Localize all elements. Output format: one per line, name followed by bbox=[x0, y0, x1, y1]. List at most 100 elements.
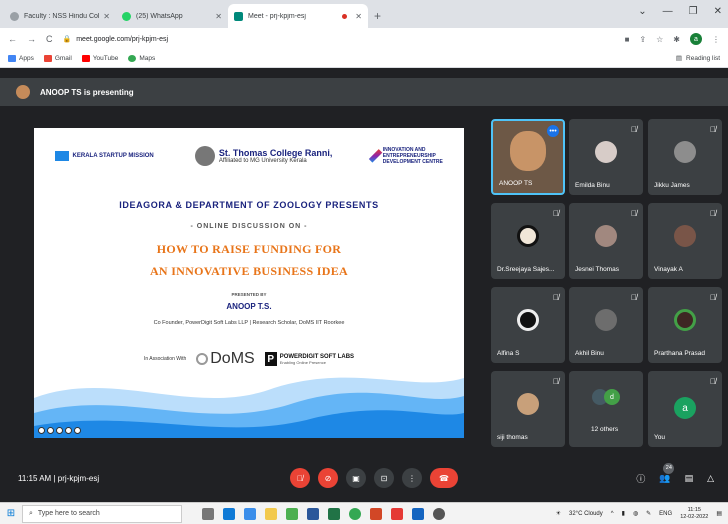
reload-icon[interactable]: C bbox=[46, 34, 53, 44]
info-icon[interactable]: ⓘ bbox=[636, 472, 645, 485]
mic-off-icon: 🎙̸ bbox=[710, 209, 716, 218]
leave-call-button[interactable]: ☎ bbox=[430, 468, 458, 488]
present-button[interactable]: ⊡ bbox=[374, 468, 394, 488]
chevron-down-icon[interactable]: ⌄ bbox=[638, 6, 646, 17]
url-field[interactable]: 🔒 meet.google.com/prj-kpjm-esj bbox=[63, 31, 625, 47]
notifications-icon[interactable]: ▤ bbox=[716, 510, 722, 517]
mic-off-icon: 🎙̸ bbox=[631, 293, 637, 302]
close-icon[interactable]: ✕ bbox=[215, 12, 222, 21]
taskbar-search[interactable]: ⌕ Type here to search bbox=[22, 504, 182, 523]
windows-start-icon[interactable]: ⊞ bbox=[0, 508, 22, 519]
participant-tile[interactable]: 🎙̸ Prarthana Prasad bbox=[648, 287, 722, 363]
url-text: meet.google.com/prj-kpjm-esj bbox=[76, 35, 169, 43]
self-tile[interactable]: 🎙̸ a You bbox=[648, 371, 722, 447]
chrome-icon[interactable] bbox=[349, 507, 361, 520]
more-options-button[interactable]: ⋮ bbox=[402, 468, 422, 488]
extensions-icon[interactable]: ✱ bbox=[673, 35, 680, 44]
close-icon[interactable]: ✕ bbox=[355, 12, 362, 21]
explorer-icon[interactable] bbox=[265, 507, 277, 520]
slide-control-icon[interactable] bbox=[65, 427, 72, 434]
chevron-up-icon[interactable]: ^ bbox=[611, 511, 614, 517]
bookmark-apps[interactable]: Apps bbox=[8, 55, 34, 62]
tab-whatsapp[interactable]: (25) WhatsApp ✕ bbox=[116, 4, 228, 28]
battery-icon[interactable]: ▮ bbox=[622, 510, 625, 517]
new-tab-icon[interactable]: + bbox=[374, 9, 381, 23]
settings-icon[interactable] bbox=[433, 507, 445, 520]
word-icon[interactable] bbox=[307, 507, 319, 520]
edge-icon[interactable] bbox=[223, 507, 235, 520]
reading-list[interactable]: ▤ Reading list bbox=[676, 54, 720, 63]
tab-meet[interactable]: Meet - prj-kpjm-esj ✕ bbox=[228, 4, 368, 28]
language-indicator[interactable]: ENG bbox=[659, 511, 672, 517]
participant-tile[interactable]: 🎙̸ Jesnei Thomas bbox=[569, 203, 643, 279]
bookmark-maps[interactable]: Maps bbox=[128, 55, 155, 62]
clock[interactable]: 11:15 12-02-2022 bbox=[680, 507, 708, 521]
profile-avatar[interactable]: a bbox=[690, 33, 702, 45]
bookmark-label: Apps bbox=[19, 55, 34, 62]
participant-tile[interactable]: ••• ANOOP TS bbox=[491, 119, 565, 195]
task-view-icon[interactable] bbox=[202, 507, 214, 520]
participant-tile[interactable]: 🎙̸ Dr.Sreejaya Sajes... bbox=[491, 203, 565, 279]
app-icon[interactable] bbox=[286, 507, 298, 520]
excel-icon[interactable] bbox=[328, 507, 340, 520]
people-button[interactable]: 24 👥 bbox=[659, 462, 675, 484]
others-tile[interactable]: d 12 others bbox=[569, 371, 643, 447]
shared-screen: KERALA STARTUP MISSION St. Thomas Colleg… bbox=[34, 128, 464, 438]
toolbar-icons: ■ ⇪ ☆ ✱ a ⋮ bbox=[625, 33, 720, 45]
self-avatar: a bbox=[674, 397, 696, 419]
clock-date: 12-02-2022 bbox=[680, 513, 709, 520]
minimize-icon[interactable]: — bbox=[663, 6, 673, 17]
maximize-icon[interactable]: ❐ bbox=[689, 6, 698, 17]
meeting-time: 11:15 AM bbox=[18, 473, 52, 483]
presenter-avatar bbox=[16, 85, 30, 99]
participant-tile[interactable]: 🎙̸ Akhil Binu bbox=[569, 287, 643, 363]
participant-tile[interactable]: 🎙̸ Jikku James bbox=[648, 119, 722, 195]
participant-tile[interactable]: 🎙̸ siji thomas bbox=[491, 371, 565, 447]
taskbar-apps bbox=[202, 507, 445, 520]
tab-faculty[interactable]: Faculty : NSS Hindu College ✕ bbox=[4, 4, 116, 28]
camera-toggle-button[interactable]: ⊘ bbox=[318, 468, 338, 488]
whatsapp-favicon-icon bbox=[122, 11, 131, 21]
participant-tile[interactable]: 🎙̸ Alfina S bbox=[491, 287, 565, 363]
mic-off-icon: 🎙̸ bbox=[631, 125, 637, 134]
back-icon[interactable]: ← bbox=[8, 34, 17, 44]
pen-icon[interactable]: ✎ bbox=[646, 510, 651, 517]
activities-icon[interactable]: △ bbox=[707, 473, 714, 484]
participant-name: 12 others bbox=[591, 426, 619, 433]
chat-icon[interactable]: ▤ bbox=[685, 473, 694, 484]
participant-video bbox=[510, 131, 546, 171]
share-icon[interactable]: ⇪ bbox=[639, 35, 646, 44]
weather-text[interactable]: 32°C Cloudy bbox=[569, 511, 603, 517]
participant-tile[interactable]: 🎙̸ Vinayak A bbox=[648, 203, 722, 279]
windows-taskbar: ⊞ ⌕ Type here to search ☀ 32°C Cloudy ^ … bbox=[0, 502, 728, 524]
close-icon[interactable]: ✕ bbox=[103, 12, 110, 21]
camera-indicator-icon[interactable]: ■ bbox=[625, 35, 630, 44]
slide-logos: KERALA STARTUP MISSION St. Thomas Colleg… bbox=[34, 146, 464, 166]
slide-control-icon[interactable] bbox=[38, 427, 45, 434]
forward-icon[interactable]: → bbox=[27, 34, 36, 44]
menu-icon[interactable]: ⋮ bbox=[712, 35, 720, 44]
captions-button[interactable]: ▣ bbox=[346, 468, 366, 488]
system-tray: ☀ 32°C Cloudy ^ ▮ ◍ ✎ ENG 11:15 12-02-20… bbox=[556, 507, 722, 521]
powerpoint-icon[interactable] bbox=[370, 507, 382, 520]
screen: Faculty : NSS Hindu College ✕ (25) Whats… bbox=[0, 0, 728, 524]
mic-toggle-button[interactable]: 🎙̸ bbox=[290, 468, 310, 488]
participant-tile[interactable]: 🎙̸ Emilda Binu bbox=[569, 119, 643, 195]
store-icon[interactable] bbox=[244, 507, 256, 520]
app-icon[interactable] bbox=[391, 507, 403, 520]
gmail-icon bbox=[43, 55, 52, 62]
network-icon[interactable]: ◍ bbox=[633, 510, 638, 517]
app-icon[interactable] bbox=[412, 507, 424, 520]
bookmark-youtube[interactable]: YouTube bbox=[81, 55, 118, 62]
slide-control-icon[interactable] bbox=[74, 427, 81, 434]
participant-avatar bbox=[595, 141, 617, 163]
star-icon[interactable]: ☆ bbox=[656, 35, 663, 44]
slide-control-icon[interactable] bbox=[47, 427, 54, 434]
address-bar-row: ← → C 🔒 meet.google.com/prj-kpjm-esj ■ ⇪… bbox=[0, 28, 728, 50]
more-options-icon[interactable]: ••• bbox=[547, 125, 559, 137]
bookmark-gmail[interactable]: Gmail bbox=[43, 55, 72, 62]
participant-name: Jikku James bbox=[654, 182, 690, 189]
slide-control-icon[interactable] bbox=[56, 427, 63, 434]
college-emblem-icon bbox=[194, 146, 215, 166]
close-window-icon[interactable]: ✕ bbox=[714, 6, 722, 17]
